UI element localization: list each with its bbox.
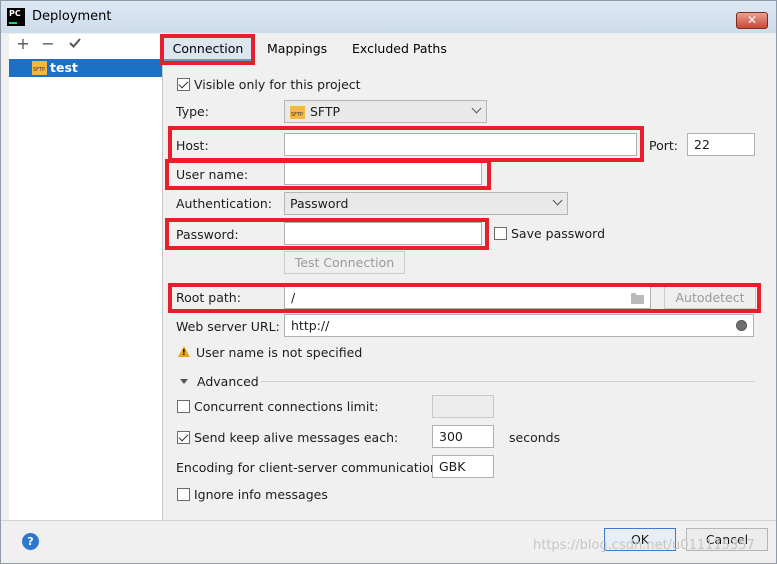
save-password-checkbox[interactable] <box>494 227 507 240</box>
encoding-label: Encoding for client-server communication… <box>176 460 443 475</box>
close-window-button[interactable]: ✕ <box>736 12 768 29</box>
connection-settings-panel: Connection Mappings Excluded Paths Visib… <box>160 34 776 520</box>
web-server-url-value: http:// <box>291 318 330 333</box>
keep-alive-seconds-input[interactable]: 300 <box>432 425 494 448</box>
keep-alive-unit: seconds <box>509 430 561 445</box>
server-list-panel: + − SFTP test <box>9 34 163 520</box>
help-icon[interactable]: ? <box>22 533 39 550</box>
footer-divider <box>1 520 776 521</box>
concurrent-connections-label: Concurrent connections limit: <box>194 399 379 414</box>
keep-alive-label: Send keep alive messages each: <box>194 430 399 445</box>
deployment-dialog: PC Deployment ✕ + − SFTP test Connection… <box>0 0 777 564</box>
host-label: Host: <box>176 138 209 153</box>
open-in-browser-globe-icon[interactable] <box>736 320 747 331</box>
ignore-info-checkbox[interactable] <box>177 488 190 501</box>
type-select[interactable]: SFTP SFTP <box>284 100 487 123</box>
tab-excluded-paths[interactable]: Excluded Paths <box>352 37 447 61</box>
visible-only-checkbox[interactable] <box>177 78 190 91</box>
ignore-info-label: Ignore info messages <box>194 487 328 502</box>
root-path-label: Root path: <box>176 290 241 305</box>
port-label: Port: <box>649 138 678 153</box>
concurrent-connections-checkbox[interactable] <box>177 400 190 413</box>
set-default-check-icon[interactable] <box>67 36 83 52</box>
authentication-label: Authentication: <box>176 196 272 211</box>
warning-icon: ! <box>178 346 190 357</box>
collapse-triangle-icon[interactable] <box>180 379 188 384</box>
password-label: Password: <box>176 227 239 242</box>
root-path-value: / <box>291 290 296 305</box>
chevron-down-icon <box>552 195 563 206</box>
pycharm-app-icon: PC <box>7 8 25 26</box>
window-title: Deployment <box>32 9 112 24</box>
chevron-down-icon <box>471 103 482 114</box>
tab-mappings[interactable]: Mappings <box>267 37 327 61</box>
watermark-text: https://blog.csdn.net/u011115357 <box>533 538 755 553</box>
server-name: test <box>50 60 78 75</box>
password-input[interactable] <box>284 222 482 245</box>
advanced-divider <box>261 381 755 382</box>
web-server-url-label: Web server URL: <box>176 319 280 334</box>
host-input[interactable] <box>284 133 637 156</box>
title-bar[interactable]: PC Deployment ✕ <box>1 1 776 33</box>
username-input[interactable] <box>284 162 482 185</box>
tab-connection[interactable]: Connection <box>164 37 252 61</box>
sftp-type-icon: SFTP <box>290 106 305 119</box>
warning-message: User name is not specified <box>196 345 363 360</box>
save-password-label: Save password <box>511 226 606 241</box>
keep-alive-checkbox[interactable] <box>177 431 190 444</box>
authentication-value: Password <box>290 196 349 211</box>
type-value: SFTP <box>310 104 341 119</box>
test-connection-button[interactable]: Test Connection <box>284 251 405 274</box>
port-input[interactable]: 22 <box>687 133 755 156</box>
web-server-url-input[interactable]: http:// <box>284 314 754 337</box>
advanced-section-label[interactable]: Advanced <box>197 374 259 389</box>
remove-server-icon[interactable]: − <box>40 36 56 52</box>
visible-only-label: Visible only for this project <box>194 77 361 92</box>
server-item-test[interactable]: SFTP test <box>9 59 162 77</box>
encoding-input[interactable]: GBK <box>432 455 494 478</box>
autodetect-button[interactable]: Autodetect <box>664 286 756 309</box>
concurrent-connections-input[interactable] <box>432 395 494 418</box>
root-path-input[interactable]: / <box>284 286 651 309</box>
authentication-select[interactable]: Password <box>284 192 568 215</box>
add-server-icon[interactable]: + <box>15 36 31 52</box>
username-label: User name: <box>176 167 249 182</box>
browse-folder-icon[interactable] <box>631 293 644 304</box>
sftp-server-icon: SFTP <box>32 61 47 75</box>
type-label: Type: <box>176 104 209 119</box>
